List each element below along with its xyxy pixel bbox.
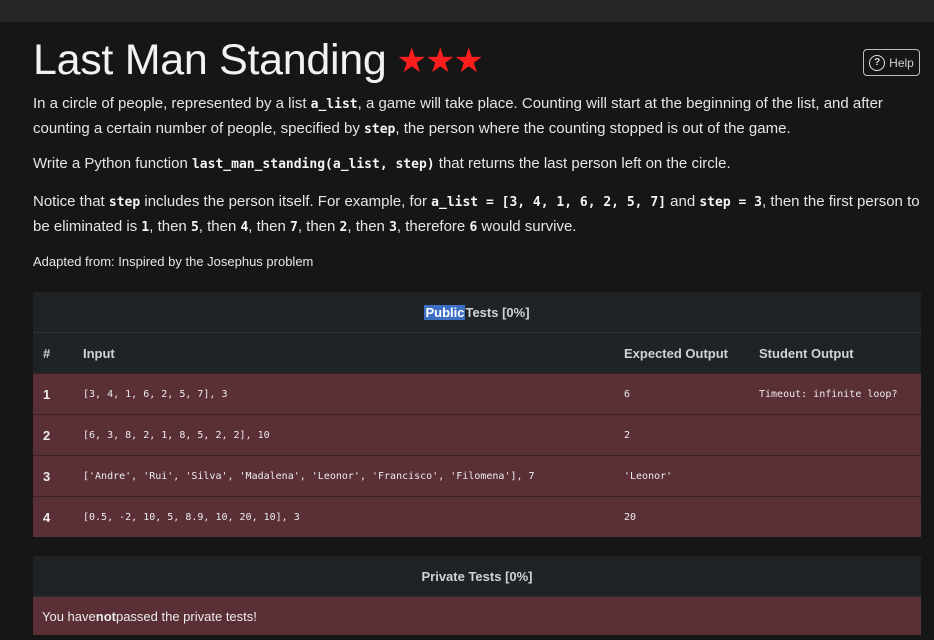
- public-tests-header: Public Tests [0%]: [33, 292, 921, 333]
- description-paragraph-3: Notice that step includes the person its…: [33, 193, 920, 235]
- column-header-number: #: [33, 333, 83, 374]
- top-bar: [0, 0, 934, 22]
- test-input: [6, 3, 8, 2, 1, 8, 5, 2, 2], 10: [83, 414, 624, 456]
- expected-output: 2: [624, 414, 759, 456]
- student-output: Timeout: infinite loop?: [759, 373, 921, 415]
- table-row: 2 [6, 3, 8, 2, 1, 8, 5, 2, 2], 10 2: [33, 414, 921, 456]
- column-header-expected: Expected Output: [624, 333, 759, 374]
- test-input: ['Andre', 'Rui', 'Silva', 'Madalena', 'L…: [83, 455, 624, 497]
- public-tests-table: # Input Expected Output Student Output 1…: [33, 333, 921, 537]
- page-title: Last Man Standing ★★★: [33, 36, 484, 84]
- description-paragraph-1: In a circle of people, represented by a …: [33, 95, 883, 137]
- question-circle-icon: ?: [869, 54, 886, 71]
- difficulty-stars: ★★★: [396, 42, 483, 80]
- expected-output: 'Leonor': [624, 455, 759, 497]
- public-tests-panel: Public Tests [0%] # Input Expected Outpu…: [33, 292, 921, 537]
- student-output: [759, 414, 921, 456]
- table-row: 3 ['Andre', 'Rui', 'Silva', 'Madalena', …: [33, 455, 921, 497]
- description-paragraph-2: Write a Python function last_man_standin…: [33, 155, 731, 172]
- expected-output: 6: [624, 373, 759, 415]
- column-header-input: Input: [83, 333, 624, 374]
- student-output: [759, 496, 921, 537]
- test-input: [3, 4, 1, 6, 2, 5, 7], 3: [83, 373, 624, 415]
- help-button[interactable]: ? Help: [863, 49, 920, 76]
- private-tests-panel: Private Tests [0%] You have not passed t…: [33, 556, 921, 635]
- table-row: 1 [3, 4, 1, 6, 2, 5, 7], 3 6 Timeout: in…: [33, 373, 921, 415]
- column-header-student: Student Output: [759, 333, 921, 374]
- test-number: 4: [33, 496, 83, 537]
- table-row: 4 [0.5, -2, 10, 5, 8.9, 10, 20, 10], 3 2…: [33, 496, 921, 537]
- help-label: Help: [889, 55, 914, 70]
- test-input: [0.5, -2, 10, 5, 8.9, 10, 20, 10], 3: [83, 496, 624, 537]
- private-tests-header: Private Tests [0%]: [33, 556, 921, 597]
- private-tests-message: You have not passed the private tests!: [33, 597, 921, 635]
- test-number: 3: [33, 455, 83, 497]
- test-number: 1: [33, 373, 83, 415]
- test-number: 2: [33, 414, 83, 456]
- student-output: [759, 455, 921, 497]
- adapted-from-note: Adapted from: Inspired by the Josephus p…: [33, 254, 314, 269]
- expected-output: 20: [624, 496, 759, 537]
